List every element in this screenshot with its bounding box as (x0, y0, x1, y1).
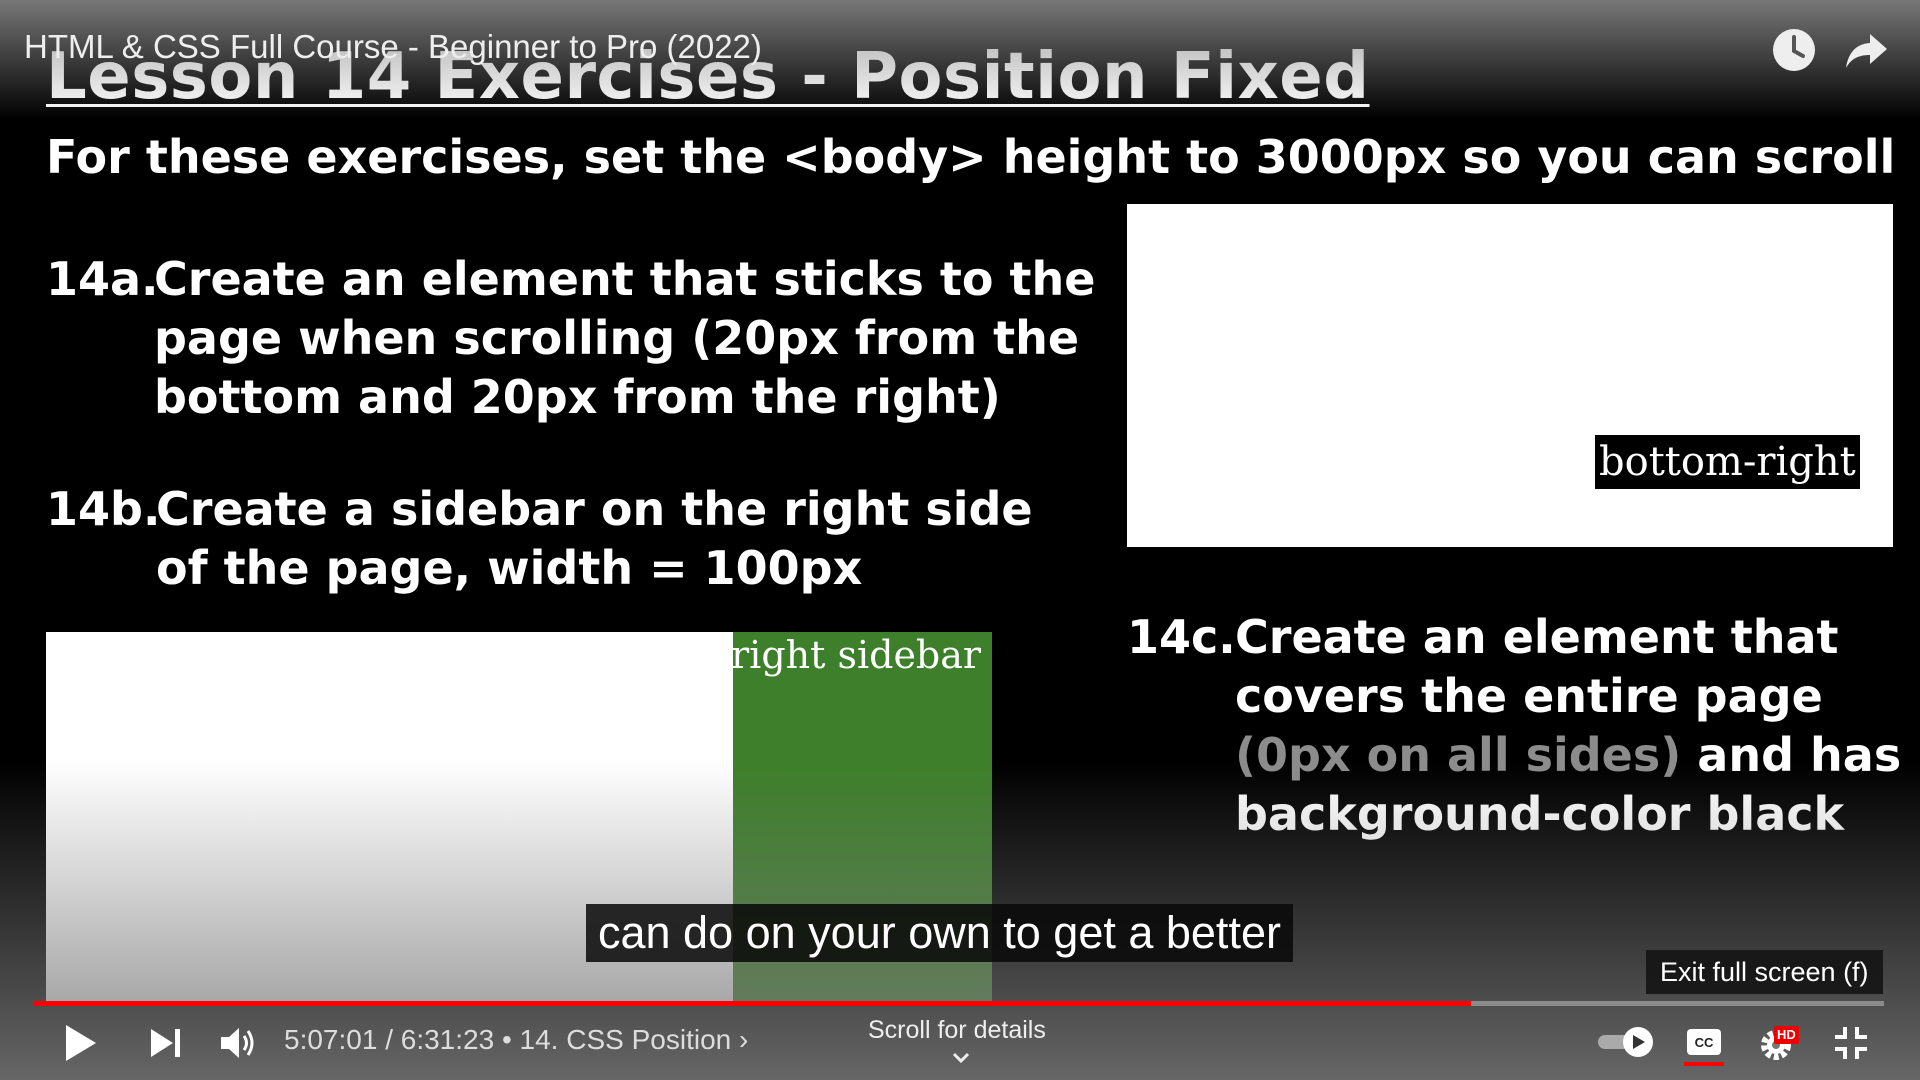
svg-text:CC: CC (1695, 1035, 1714, 1050)
clock-icon[interactable] (1770, 26, 1818, 74)
exercise-intro: For these exercises, set the <body> heig… (46, 130, 1896, 184)
scroll-for-details[interactable]: Scroll for details (868, 1016, 1046, 1045)
highlight-text: (0px on all sides) (1235, 728, 1682, 782)
exercise-line: page when scrolling (20px from the (154, 311, 1080, 365)
bottom-right-demo: bottom-right (1127, 204, 1893, 547)
exit-fullscreen-icon[interactable] (1832, 1024, 1870, 1062)
exercise-line: background-color black (1235, 787, 1845, 841)
exercise-line: Create an element that sticks to the (154, 252, 1096, 306)
volume-icon[interactable] (218, 1024, 258, 1062)
caption-text: can do on your own to get a better (586, 904, 1293, 962)
cc-icon[interactable]: CC (1686, 1028, 1722, 1056)
exercise-line: covers the entire page (1235, 669, 1823, 723)
exercise-number: 14a. (46, 252, 159, 306)
exercise-14b: 14b. Create a sidebar on the right side … (46, 480, 1096, 610)
chevron-down-icon[interactable] (950, 1050, 972, 1066)
exercise-14c: 14c. Create an element that covers the e… (1127, 608, 1907, 858)
exercise-line: Create an element that (1235, 610, 1839, 664)
exercise-line: Create a sidebar on the right side (156, 482, 1033, 536)
exercise-line: bottom and 20px from the right) (154, 370, 1001, 424)
next-icon[interactable] (148, 1026, 184, 1060)
exercise-number: 14b. (46, 482, 161, 536)
video-title[interactable]: HTML & CSS Full Course - Beginner to Pro… (24, 28, 762, 66)
autoplay-toggle-icon[interactable] (1596, 1026, 1656, 1058)
time-display[interactable]: 5:07:01 / 6:31:23 • 14. CSS Position › (284, 1024, 748, 1056)
play-icon[interactable] (62, 1022, 100, 1064)
exercise-14a: 14a. Create an element that sticks to th… (46, 250, 1096, 440)
right-sidebar-label: right sidebar (731, 633, 982, 677)
progress-bar[interactable] (34, 1001, 1884, 1006)
exercise-text: and has (1681, 728, 1902, 782)
exercise-number: 14c. (1127, 610, 1236, 664)
exercise-line: of the page, width = 100px (156, 541, 863, 595)
hd-badge: HD (1774, 1026, 1799, 1044)
share-arrow-icon[interactable] (1842, 26, 1890, 74)
exercise-line: (0px on all sides) and has (1235, 726, 1901, 785)
progress-played (34, 1001, 1472, 1006)
cc-active-indicator (1684, 1062, 1724, 1066)
exit-fullscreen-tooltip: Exit full screen (f) (1646, 950, 1883, 994)
bottom-right-label: bottom-right (1595, 435, 1860, 489)
